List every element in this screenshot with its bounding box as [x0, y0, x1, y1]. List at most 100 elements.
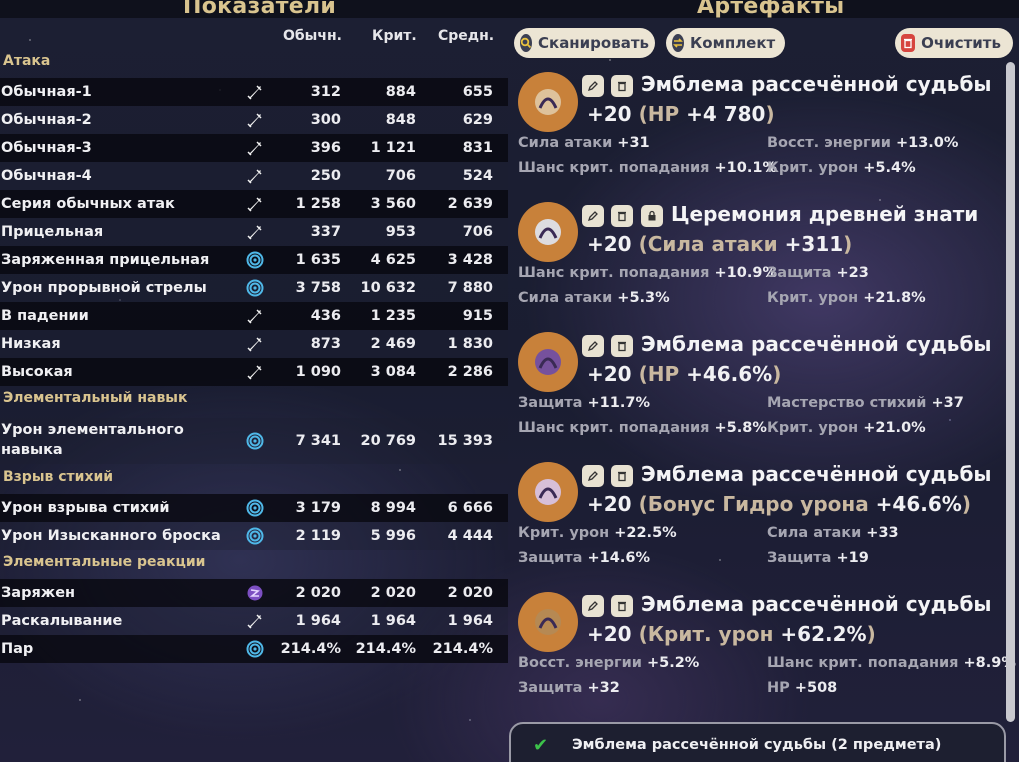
artifact-card: Эмблема рассечённой судьбы +20 (Бонус Гид…	[517, 462, 1012, 587]
crit-value: 2 020	[370, 585, 416, 601]
substat-key: Мастерство стихий	[767, 395, 927, 411]
section-title: Взрыв стихий	[3, 469, 114, 485]
delete-button[interactable]	[611, 465, 633, 487]
top-bar	[0, 0, 1019, 18]
substat-key: Крит. урон	[518, 525, 610, 541]
substat-value: +22.5%	[614, 525, 677, 541]
artifact-substat: Шанс крит. попадания +8.9%	[767, 655, 1016, 671]
artifact-substat: Мастерство стихий +37	[767, 395, 964, 411]
average-value: 629	[462, 112, 493, 128]
stat-row: В падении 436 1 235 915	[0, 302, 508, 330]
lock-button[interactable]	[641, 205, 663, 227]
average-value: 915	[462, 308, 493, 324]
average-value: 706	[462, 224, 493, 240]
stat-name: Обычная-2	[1, 112, 92, 128]
edit-button[interactable]	[582, 335, 604, 357]
normal-value: 3 179	[295, 500, 341, 516]
section-title: Атака	[3, 53, 51, 69]
artifact-image	[518, 462, 578, 522]
set-button[interactable]: Комплект	[666, 28, 785, 58]
stat-name: Серия обычных атак	[1, 196, 175, 212]
stat-row: Высокая 1 090 3 084 2 286	[0, 358, 508, 386]
main-stat-key: Бонус Гидро урона	[647, 492, 869, 516]
scrollbar[interactable]	[1006, 62, 1015, 722]
edit-icon	[587, 467, 599, 486]
substat-value: +11.7%	[587, 395, 650, 411]
stat-row: Обычная-1 312 884 655	[0, 78, 508, 106]
average-value: 831	[462, 140, 493, 156]
stat-name: Заряжен	[1, 585, 76, 601]
substat-value: +31	[617, 135, 650, 151]
artifact-card: Церемония древней знати +20 (Сила атаки +…	[517, 202, 1012, 327]
artifact-substat: Восст. энергии +5.2%	[518, 655, 699, 671]
search-icon	[520, 34, 532, 52]
stat-row: Раскалывание 1 964 1 964 1 964	[0, 607, 508, 635]
section-title: Элементальные реакции	[3, 554, 206, 570]
clear-button[interactable]: Очистить	[895, 28, 1013, 58]
crit-value: 2 469	[370, 336, 416, 352]
artifact-level: +20	[587, 102, 632, 126]
trash-icon	[616, 597, 628, 616]
scan-button[interactable]: Сканировать	[514, 28, 655, 58]
edit-button[interactable]	[582, 465, 604, 487]
substat-key: Сила атаки	[518, 135, 613, 151]
average-value: 7 880	[447, 280, 493, 296]
trash-icon	[616, 337, 628, 356]
substat-value: +19	[836, 550, 869, 566]
set-bonus-text: Эмблема рассечённой судьбы (2 предмета)	[572, 737, 942, 753]
main-stat-value: +4 780	[686, 102, 766, 126]
artifact-level: +20	[587, 362, 632, 386]
substat-value: +23	[836, 265, 869, 281]
artifact-substat: Защита +19	[767, 550, 869, 566]
stat-name: В падении	[1, 308, 89, 324]
average-value: 15 393	[437, 433, 494, 449]
stat-row: Заряжен 2 020 2 020 2 020	[0, 579, 508, 607]
edit-button[interactable]	[582, 205, 604, 227]
artifact-main-stat: +20 (Бонус Гидро урона +46.6%)	[587, 492, 971, 516]
substat-value: +13.0%	[895, 135, 959, 151]
artifact-card: Эмблема рассечённой судьбы +20 (HP +46.6%…	[517, 332, 1012, 457]
stat-name: Урон элементального навыка	[1, 422, 184, 458]
substat-value: +5.8%	[714, 420, 767, 436]
stat-row: Низкая 873 2 469 1 830	[0, 330, 508, 358]
normal-value: 2 119	[295, 528, 341, 544]
delete-button[interactable]	[611, 205, 633, 227]
average-value: 2 020	[447, 585, 493, 601]
stat-name: Обычная-1	[1, 84, 92, 100]
edit-button[interactable]	[582, 595, 604, 617]
substat-key: Защита	[518, 395, 583, 411]
substat-key: Сила атаки	[518, 290, 613, 306]
delete-button[interactable]	[611, 335, 633, 357]
artifact-name: Эмблема рассечённой судьбы	[641, 72, 992, 96]
delete-button[interactable]	[611, 595, 633, 617]
delete-button[interactable]	[611, 75, 633, 97]
swap-icon	[672, 34, 684, 52]
edit-icon	[587, 207, 599, 226]
artifact-level: +20	[587, 492, 632, 516]
stat-row: Урон элементального навыка 7 341 20 769 15 …	[0, 418, 508, 464]
main-stat-key: HP	[647, 362, 680, 386]
edit-button[interactable]	[582, 75, 604, 97]
main-stat-value: +46.6%	[875, 492, 962, 516]
stat-row: Обычная-4 250 706 524	[0, 162, 508, 190]
stat-name: Раскалывание	[1, 613, 123, 629]
stat-name: Урон взрыва стихий	[1, 500, 170, 516]
artifact-level: +20	[587, 622, 632, 646]
artifact-substat: Защита +23	[767, 265, 869, 281]
artifact-name: Эмблема рассечённой судьбы	[641, 592, 992, 616]
average-value: 524	[462, 168, 493, 184]
substat-value: +14.6%	[587, 550, 650, 566]
set-bonus-panel[interactable]: ✔ Эмблема рассечённой судьбы (2 предмета…	[509, 722, 1006, 762]
edit-icon	[587, 77, 599, 96]
stat-name: Высокая	[1, 364, 73, 380]
substat-key: Защита	[518, 680, 583, 696]
average-value: 2 639	[447, 196, 493, 212]
column-header-average: Средн.	[438, 28, 495, 44]
substat-value: +508	[794, 680, 838, 696]
normal-value: 214.4%	[280, 641, 341, 657]
crit-value: 3 084	[370, 364, 416, 380]
main-stat-value: +311	[784, 232, 844, 256]
artifact-substat: Сила атаки +33	[767, 525, 899, 541]
crit-value: 1 235	[370, 308, 416, 324]
normal-value: 3 758	[295, 280, 341, 296]
